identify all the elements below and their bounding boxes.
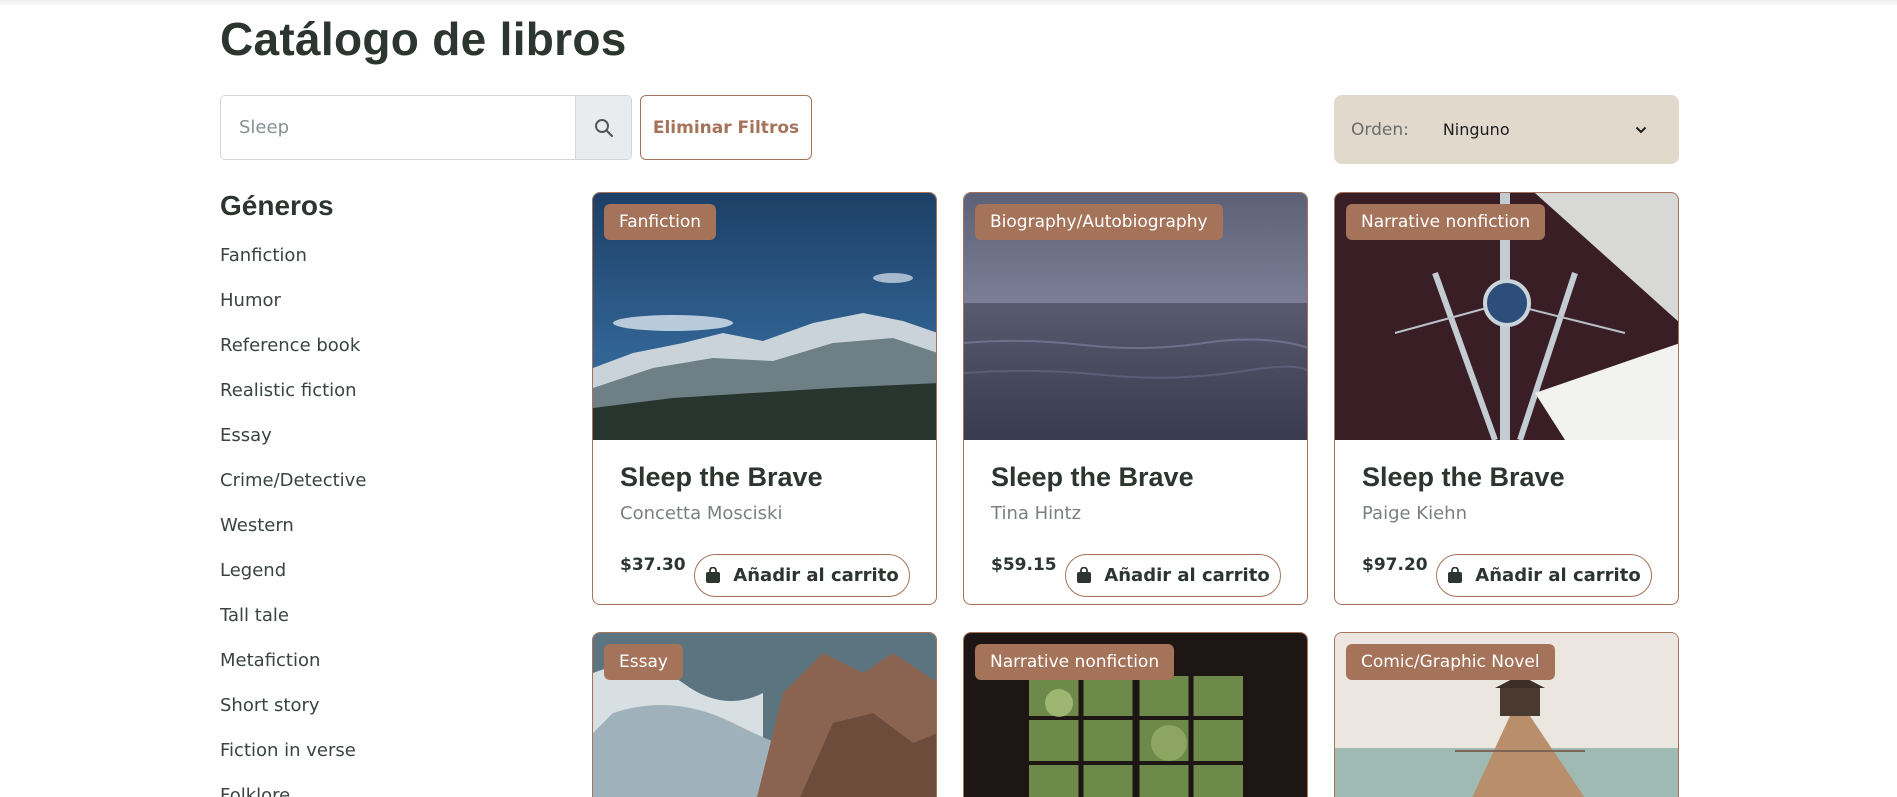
shopping-bag-icon bbox=[1448, 567, 1463, 583]
chevron-down-icon bbox=[1635, 126, 1647, 133]
search-button[interactable] bbox=[575, 96, 631, 159]
book-cover-image: Narrative nonfiction bbox=[964, 633, 1307, 797]
book-card[interactable]: Biography/Autobiography Sleep the Brave … bbox=[963, 192, 1308, 605]
sort-control: Orden: Ninguno bbox=[1334, 95, 1679, 164]
genre-badge: Biography/Autobiography bbox=[975, 204, 1223, 240]
search-bar bbox=[220, 95, 632, 160]
shopping-bag-icon bbox=[1077, 567, 1092, 583]
sidebar-item-genre[interactable]: Realistic fiction bbox=[220, 378, 366, 423]
book-card[interactable]: Comic/Graphic Novel bbox=[1334, 632, 1679, 797]
book-price: $97.20 bbox=[1362, 555, 1428, 575]
genre-badge: Narrative nonfiction bbox=[1346, 204, 1546, 240]
book-cover-image: Comic/Graphic Novel bbox=[1335, 633, 1678, 797]
add-to-cart-label: Añadir al carrito bbox=[1475, 565, 1641, 586]
sidebar-item-genre[interactable]: Humor bbox=[220, 288, 366, 333]
add-to-cart-button[interactable]: Añadir al carrito bbox=[1065, 554, 1281, 597]
sort-selected-value: Ninguno bbox=[1442, 120, 1510, 139]
book-author: Paige Kiehn bbox=[1362, 503, 1467, 524]
sidebar-item-genre[interactable]: Metafiction bbox=[220, 648, 366, 693]
book-cover-image: Essay bbox=[593, 633, 936, 797]
book-card[interactable]: Narrative nonfiction Sleep the Brave Pai… bbox=[1334, 192, 1679, 605]
book-card[interactable]: Fanfiction Sleep the Brave Concetta Mosc… bbox=[592, 192, 937, 605]
page-title: Catálogo de libros bbox=[220, 13, 627, 65]
book-title: Sleep the Brave bbox=[1362, 462, 1565, 492]
book-cover-image: Narrative nonfiction bbox=[1335, 193, 1678, 440]
book-cover-image: Biography/Autobiography bbox=[964, 193, 1307, 440]
sidebar-item-genre[interactable]: Reference book bbox=[220, 333, 366, 378]
book-price: $59.15 bbox=[991, 555, 1057, 575]
genre-badge: Fanfiction bbox=[604, 204, 717, 240]
add-to-cart-label: Añadir al carrito bbox=[1104, 565, 1270, 586]
genre-badge: Narrative nonfiction bbox=[975, 644, 1175, 680]
book-cover-image: Fanfiction bbox=[593, 193, 936, 440]
shopping-bag-icon bbox=[706, 567, 721, 583]
sidebar-item-genre[interactable]: Tall tale bbox=[220, 603, 366, 648]
book-title: Sleep the Brave bbox=[991, 462, 1194, 492]
add-to-cart-button[interactable]: Añadir al carrito bbox=[694, 554, 910, 597]
clear-filters-button[interactable]: Eliminar Filtros bbox=[640, 95, 812, 160]
sidebar-item-genre[interactable]: Western bbox=[220, 513, 366, 558]
book-author: Tina Hintz bbox=[991, 503, 1082, 524]
book-price: $37.30 bbox=[620, 555, 686, 575]
sort-select[interactable]: Ninguno bbox=[1443, 120, 1647, 139]
book-card[interactable]: Narrative nonfiction bbox=[963, 632, 1308, 797]
search-input[interactable] bbox=[221, 96, 575, 159]
top-shadow bbox=[0, 0, 1897, 6]
sidebar-item-genre[interactable]: Fanfiction bbox=[220, 243, 366, 288]
sidebar-item-genre[interactable]: Crime/Detective bbox=[220, 468, 366, 513]
sort-label: Orden: bbox=[1351, 119, 1409, 140]
genre-badge: Comic/Graphic Novel bbox=[1346, 644, 1555, 680]
book-author: Concetta Mosciski bbox=[620, 503, 783, 524]
sidebar-item-genre[interactable]: Fiction in verse bbox=[220, 738, 366, 783]
search-icon bbox=[594, 118, 613, 137]
sidebar-item-genre[interactable]: Short story bbox=[220, 693, 366, 738]
sidebar-item-genre[interactable]: Essay bbox=[220, 423, 366, 468]
sidebar-item-genre[interactable]: Folklore bbox=[220, 783, 366, 797]
add-to-cart-button[interactable]: Añadir al carrito bbox=[1436, 554, 1652, 597]
genre-badge: Essay bbox=[604, 644, 683, 680]
book-title: Sleep the Brave bbox=[620, 462, 823, 492]
sidebar-item-genre[interactable]: Legend bbox=[220, 558, 366, 603]
genre-list: Fanfiction Humor Reference book Realisti… bbox=[220, 243, 366, 797]
book-card[interactable]: Essay bbox=[592, 632, 937, 797]
genres-heading: Géneros bbox=[220, 190, 334, 221]
add-to-cart-label: Añadir al carrito bbox=[733, 565, 899, 586]
